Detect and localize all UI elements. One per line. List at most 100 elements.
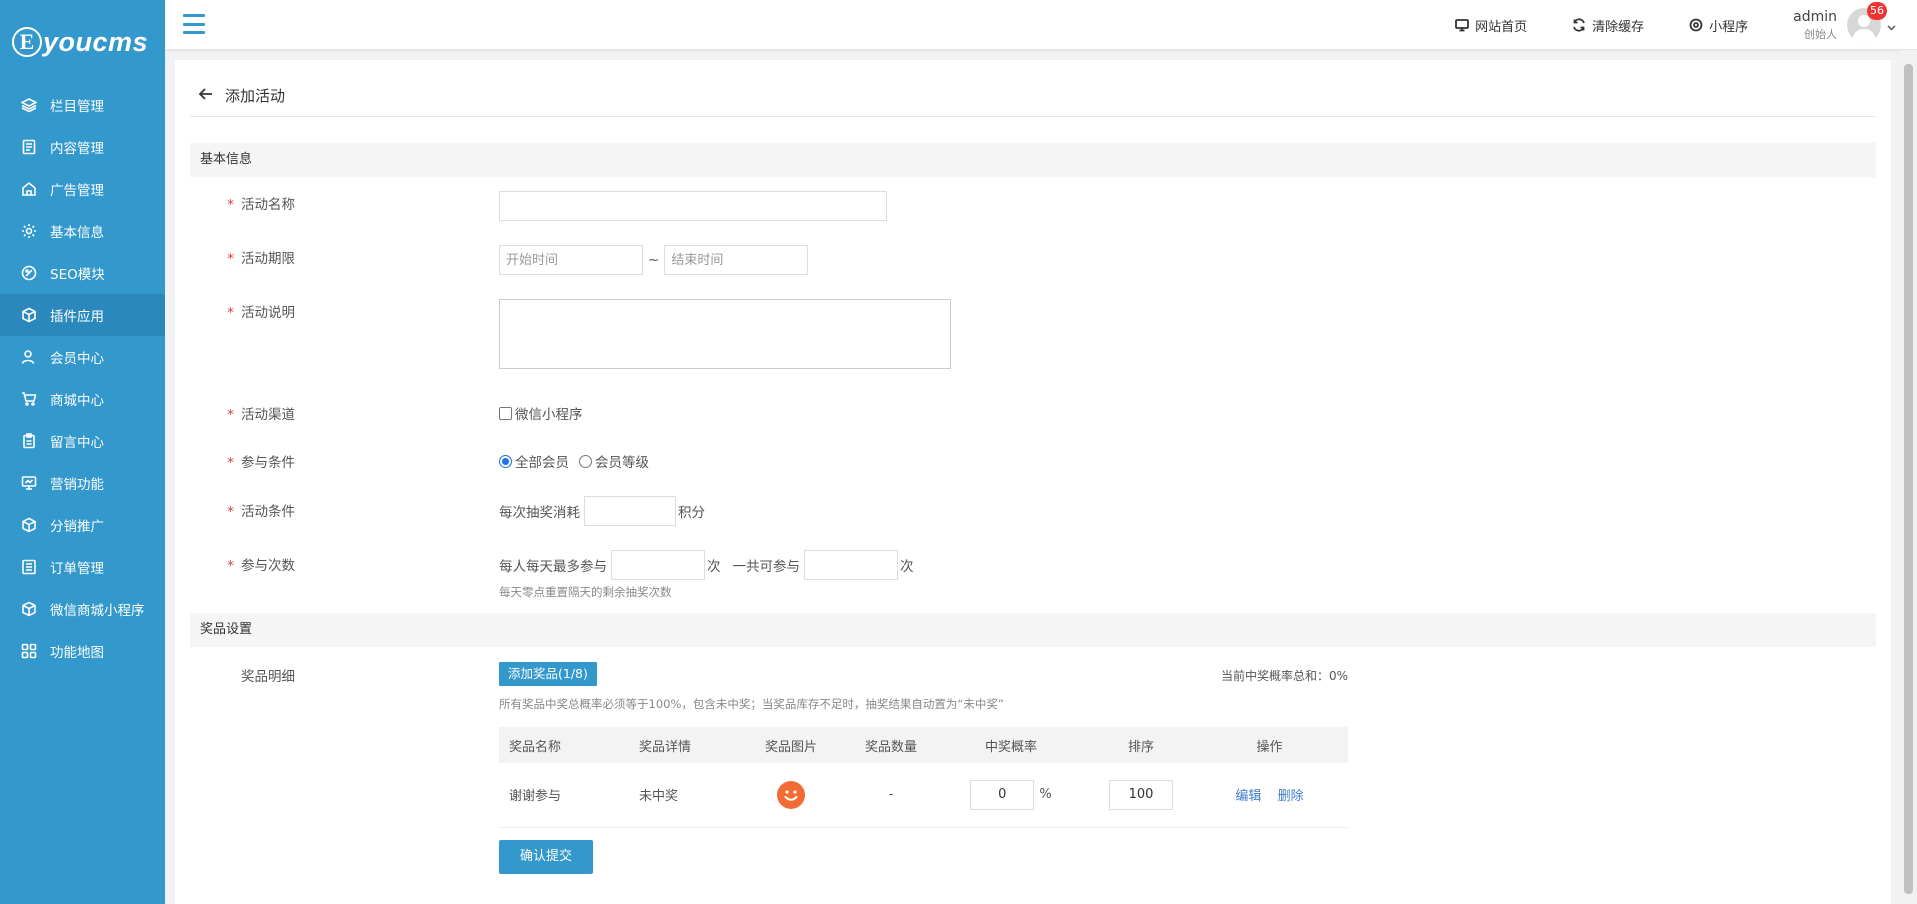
channel-label: * 活动渠道 (227, 407, 295, 423)
logo-letter: E (12, 27, 42, 57)
sidebar-item-label: 分销推广 (50, 519, 104, 535)
chevron-down-icon[interactable] (1887, 21, 1896, 31)
sidebar-item-seo[interactable]: SEO模块 (0, 252, 165, 294)
cost-label: * 活动条件 (227, 504, 295, 520)
sidebar-item-plugins[interactable]: 插件应用 (0, 294, 165, 336)
prize-detail: 未中奖 (639, 763, 731, 828)
sidebar-item-label: 会员中心 (50, 351, 104, 367)
avatar[interactable]: 56 (1847, 2, 1887, 42)
sidebar-item-label: 栏目管理 (50, 99, 104, 115)
row-desc: * 活动说明 (190, 301, 1876, 321)
total-prefix: 一共可参与 (732, 559, 801, 575)
topbar: 网站首页 清除缓存 小程序 admin 创始人 56 (165, 0, 1917, 50)
monitor-icon (20, 474, 38, 492)
sidebar-item-feature-map[interactable]: 功能地图 (0, 630, 165, 672)
sidebar-item-wechat-mall[interactable]: 微信商城小程序 (0, 588, 165, 630)
main-panel: 添加活动 基本信息 * 活动名称 * 活动期限 开始时间 ~ 结束时间 * 活动说明 … (175, 60, 1891, 904)
sidebar-item-label: SEO模块 (50, 267, 105, 283)
sidebar-item-ads[interactable]: 广告管理 (0, 168, 165, 210)
activity-name-input[interactable] (499, 191, 887, 221)
user-icon (20, 348, 38, 366)
sidebar-item-label: 广告管理 (50, 183, 104, 199)
col-sort: 排序 (1091, 727, 1191, 763)
page-header: 添加活动 (190, 82, 1876, 117)
user-name: admin (1793, 8, 1837, 25)
member-level-radio[interactable] (579, 454, 592, 468)
user-menu[interactable]: admin 创始人 56 (1793, 2, 1896, 42)
col-prob: 中奖概率 (931, 727, 1091, 763)
miniapp-link[interactable]: 小程序 (1689, 16, 1748, 35)
submit-button[interactable]: 确认提交 (499, 840, 593, 874)
cost-suffix: 积分 (678, 505, 705, 521)
scrollbar[interactable] (1900, 50, 1917, 904)
cube-icon (20, 516, 38, 534)
name-field-wrap (499, 191, 887, 221)
row-condition: * 参与条件 (190, 451, 1876, 471)
sidebar-item-basic[interactable]: 基本信息 (0, 210, 165, 252)
sidebar-item-messages[interactable]: 留言中心 (0, 420, 165, 462)
sidebar-item-orders[interactable]: 订单管理 (0, 546, 165, 588)
prize-hint: 所有奖品中奖总概率必须等于100%，包含未中奖；当奖品库存不足时，抽奖结果自动置… (499, 697, 1004, 711)
miniapp-label: 小程序 (1709, 19, 1749, 35)
sidebar-item-distribution[interactable]: 分销推广 (0, 504, 165, 546)
notification-badge: 56 (1867, 2, 1887, 20)
monitor-icon (1455, 19, 1469, 32)
wechat-miniapp-label: 微信小程序 (515, 407, 583, 423)
clear-cache-link[interactable]: 清除缓存 (1572, 16, 1644, 35)
total-unit: 次 (900, 559, 914, 575)
sidebar-item-label: 订单管理 (50, 561, 104, 577)
refresh-icon (1573, 18, 1585, 32)
condition-field-wrap: 全部会员 会员等级 (499, 451, 649, 471)
sort-input[interactable]: 100 (1109, 779, 1173, 810)
col-image: 奖品图片 (731, 727, 851, 763)
sidebar: E youcms 栏目管理 内容管理 广告管理 基本信息 SEO模块 插件应用 (0, 0, 165, 904)
user-names: admin 创始人 (1793, 9, 1837, 42)
logo[interactable]: E youcms (0, 0, 165, 84)
col-qty: 奖品数量 (851, 727, 931, 763)
end-time-input[interactable]: 结束时间 (664, 245, 809, 275)
points-cost-input[interactable] (584, 496, 676, 526)
activity-description-textarea[interactable] (499, 299, 951, 369)
total-max-input[interactable] (804, 550, 898, 580)
wechat-miniapp-checkbox[interactable] (499, 406, 512, 420)
name-label: * 活动名称 (227, 197, 295, 213)
daily-prefix: 每人每天最多参与 (499, 559, 607, 575)
sidebar-item-column[interactable]: 栏目管理 (0, 84, 165, 126)
seo-icon (20, 264, 38, 282)
row-name: * 活动名称 (190, 193, 1876, 213)
top-links: 网站首页 清除缓存 小程序 admin 创始人 56 (1455, 0, 1917, 50)
add-prize-button[interactable]: 添加奖品(1/8) (499, 662, 597, 686)
cost-prefix: 每次抽奖消耗 (499, 505, 580, 521)
all-members-radio[interactable] (499, 454, 512, 468)
daily-max-input[interactable] (611, 550, 705, 580)
prize-table: 奖品名称 奖品详情 奖品图片 奖品数量 中奖概率 排序 操作 谢谢参与 未中奖 … (499, 727, 1348, 828)
smiley-icon (777, 780, 805, 809)
site-home-link[interactable]: 网站首页 (1455, 16, 1527, 35)
condition-label: * 参与条件 (227, 455, 295, 471)
sidebar-item-shop[interactable]: 商城中心 (0, 378, 165, 420)
page-title: 添加活动 (225, 87, 286, 105)
back-arrow-icon[interactable] (197, 85, 215, 103)
prize-qty: - (851, 763, 931, 828)
site-home-label: 网站首页 (1475, 19, 1528, 35)
sidebar-item-marketing[interactable]: 营销功能 (0, 462, 165, 504)
times-hint: 每天零点重置隔天的剩余抽奖次数 (499, 585, 672, 599)
cube-icon (20, 600, 38, 618)
desc-label: * 活动说明 (227, 305, 295, 321)
start-time-input[interactable]: 开始时间 (499, 245, 643, 275)
clear-cache-label: 清除缓存 (1592, 19, 1645, 35)
sidebar-item-content[interactable]: 内容管理 (0, 126, 165, 168)
delete-link[interactable]: 删除 (1278, 789, 1304, 804)
scrollbar-thumb[interactable] (1904, 64, 1913, 894)
cost-field-wrap: 每次抽奖消耗 积分 (499, 496, 705, 526)
document-icon (20, 138, 38, 156)
sidebar-item-label: 内容管理 (50, 141, 104, 157)
col-name: 奖品名称 (499, 727, 639, 763)
list-icon (20, 558, 38, 576)
sidebar-item-members[interactable]: 会员中心 (0, 336, 165, 378)
edit-link[interactable]: 编辑 (1235, 789, 1261, 804)
times-field-wrap: 每人每天最多参与 次 一共可参与 次 (499, 550, 914, 580)
menu-toggle-icon[interactable] (183, 14, 205, 34)
probability-input[interactable]: 0 (970, 779, 1035, 810)
row-cost: * 活动条件 (190, 500, 1876, 520)
